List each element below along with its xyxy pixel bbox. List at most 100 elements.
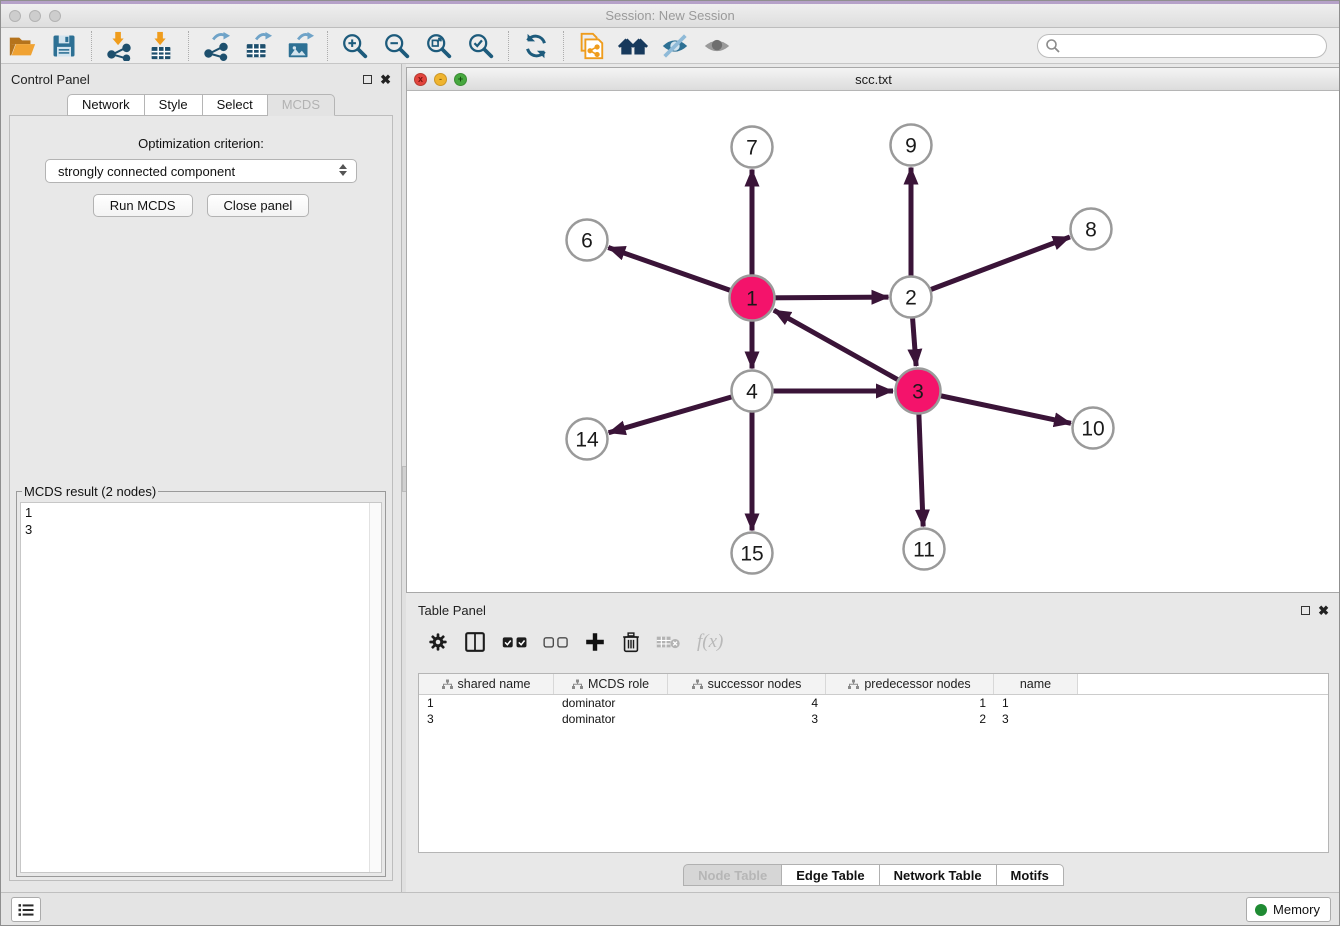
import-network-icon[interactable] bbox=[98, 29, 140, 63]
control-panel-tabs: Network Style Select MCDS bbox=[1, 94, 401, 116]
float-table-panel-icon[interactable] bbox=[1301, 606, 1310, 615]
column-header-shared-name[interactable]: shared name bbox=[419, 674, 554, 694]
close-panel-icon[interactable]: ✖ bbox=[380, 73, 391, 86]
delete-table-icon bbox=[656, 629, 682, 655]
main-toolbar bbox=[1, 28, 1339, 64]
graph-edge-2-8[interactable] bbox=[911, 237, 1070, 297]
tab-node-table[interactable]: Node Table bbox=[683, 864, 782, 886]
save-session-icon[interactable] bbox=[43, 29, 85, 63]
table-cell[interactable]: 4 bbox=[668, 695, 826, 711]
select-stepper-icon bbox=[339, 164, 347, 176]
graph-node-label: 10 bbox=[1081, 418, 1104, 441]
table-row[interactable]: 3dominator323 bbox=[419, 711, 1328, 727]
table-cell[interactable]: 3 bbox=[994, 711, 1078, 727]
mcds-result-group: MCDS result (2 nodes) 1 3 bbox=[16, 484, 386, 877]
open-file-icon[interactable] bbox=[1, 29, 43, 63]
refresh-icon[interactable] bbox=[515, 29, 557, 63]
column-header-label: successor nodes bbox=[708, 677, 802, 691]
export-image-icon[interactable] bbox=[279, 29, 321, 63]
table-toolbar: f(x) bbox=[406, 623, 1340, 661]
tab-network-table[interactable]: Network Table bbox=[880, 864, 997, 886]
toolbar-separator bbox=[188, 31, 189, 61]
column-header-label: predecessor nodes bbox=[864, 677, 970, 691]
titlebar: Session: New Session bbox=[1, 4, 1339, 28]
column-header-MCDS-role[interactable]: MCDS role bbox=[554, 674, 668, 694]
clear-checkboxes-icon[interactable] bbox=[543, 629, 569, 655]
search-container bbox=[1037, 34, 1327, 58]
zoom-fit-icon[interactable] bbox=[418, 29, 460, 63]
graph-node-label: 3 bbox=[912, 381, 924, 404]
window-title: Session: New Session bbox=[1, 8, 1339, 23]
column-header-predecessor-nodes[interactable]: predecessor nodes bbox=[826, 674, 994, 694]
delete-icon[interactable] bbox=[621, 629, 641, 655]
graph-node-label: 6 bbox=[581, 230, 593, 253]
export-network-icon[interactable] bbox=[195, 29, 237, 63]
close-panel-button[interactable]: Close panel bbox=[207, 194, 310, 217]
control-panel-header: Control Panel ✖ bbox=[1, 64, 401, 94]
tab-edge-table[interactable]: Edge Table bbox=[782, 864, 879, 886]
result-scrollbar[interactable] bbox=[369, 503, 381, 872]
network-canvas[interactable]: 7968124314101511 bbox=[407, 91, 1340, 592]
graph-node-label: 8 bbox=[1085, 219, 1097, 242]
home-networks-icon[interactable] bbox=[612, 29, 654, 63]
function-builder-icon: f(x) bbox=[697, 631, 723, 653]
table-cell[interactable]: 3 bbox=[668, 711, 826, 727]
zoom-in-icon[interactable] bbox=[334, 29, 376, 63]
select-all-checkboxes-icon[interactable] bbox=[502, 629, 528, 655]
close-table-panel-icon[interactable]: ✖ bbox=[1318, 604, 1329, 617]
table-panel-title: Table Panel bbox=[418, 603, 486, 618]
table-tabs: Node Table Edge Table Network Table Moti… bbox=[406, 864, 1340, 886]
copy-style-icon[interactable] bbox=[570, 29, 612, 63]
table-cell[interactable]: 1 bbox=[994, 695, 1078, 711]
control-panel-title: Control Panel bbox=[11, 72, 90, 87]
zoom-out-icon[interactable] bbox=[376, 29, 418, 63]
graph-edge-3-1[interactable] bbox=[774, 310, 918, 391]
search-input[interactable] bbox=[1037, 34, 1327, 58]
column-header-successor-nodes[interactable]: successor nodes bbox=[668, 674, 826, 694]
status-bar: Memory bbox=[1, 892, 1339, 925]
column-header-name[interactable]: name bbox=[994, 674, 1078, 694]
table-cell[interactable]: dominator bbox=[554, 711, 668, 727]
table-row[interactable]: 1dominator411 bbox=[419, 695, 1328, 711]
run-mcds-button[interactable]: Run MCDS bbox=[93, 194, 193, 217]
graph-node-label: 9 bbox=[905, 135, 917, 158]
graph-edge-4-14[interactable] bbox=[609, 391, 752, 433]
table-cell[interactable]: 3 bbox=[419, 711, 554, 727]
memory-button[interactable]: Memory bbox=[1246, 897, 1331, 922]
toolbar-separator bbox=[508, 31, 509, 61]
gear-icon[interactable] bbox=[428, 629, 448, 655]
zoom-selected-icon[interactable] bbox=[460, 29, 502, 63]
float-panel-icon[interactable] bbox=[363, 75, 372, 84]
criterion-select[interactable]: strongly connected component bbox=[45, 159, 357, 183]
graph-node-label: 11 bbox=[913, 539, 935, 562]
optimization-criterion-label: Optimization criterion: bbox=[10, 136, 392, 151]
table-cell[interactable]: 1 bbox=[826, 695, 994, 711]
table-panel-header: Table Panel ✖ bbox=[406, 597, 1340, 623]
graph-node-label: 15 bbox=[740, 543, 763, 566]
add-icon[interactable] bbox=[584, 629, 606, 655]
table-cell[interactable]: 1 bbox=[419, 695, 554, 711]
show-details-icon[interactable] bbox=[696, 29, 738, 63]
criterion-selected-value: strongly connected component bbox=[58, 164, 235, 179]
tab-network[interactable]: Network bbox=[67, 94, 145, 116]
columns-icon[interactable] bbox=[463, 629, 487, 655]
tab-mcds[interactable]: MCDS bbox=[268, 94, 335, 116]
table-header-row: shared nameMCDS role successor nodes prede… bbox=[419, 674, 1328, 695]
table-cell[interactable]: 2 bbox=[826, 711, 994, 727]
tab-select[interactable]: Select bbox=[203, 94, 268, 116]
tab-style[interactable]: Style bbox=[145, 94, 203, 116]
network-window-titlebar[interactable]: x - + scc.txt bbox=[407, 68, 1340, 91]
import-table-icon[interactable] bbox=[140, 29, 182, 63]
node-table: shared nameMCDS role successor nodes prede… bbox=[418, 673, 1329, 853]
table-panel: Table Panel ✖ bbox=[406, 597, 1340, 890]
mcds-result-list[interactable]: 1 3 bbox=[20, 502, 382, 873]
attribute-type-icon bbox=[572, 679, 583, 690]
export-table-icon[interactable] bbox=[237, 29, 279, 63]
mcds-result-values: 1 3 bbox=[21, 503, 381, 539]
hide-details-icon[interactable] bbox=[654, 29, 696, 63]
task-history-button[interactable] bbox=[11, 897, 41, 922]
table-cell[interactable]: dominator bbox=[554, 695, 668, 711]
mcds-panel-body: Optimization criterion: strongly connect… bbox=[9, 115, 393, 881]
tab-motifs[interactable]: Motifs bbox=[997, 864, 1064, 886]
attribute-type-icon bbox=[692, 679, 703, 690]
